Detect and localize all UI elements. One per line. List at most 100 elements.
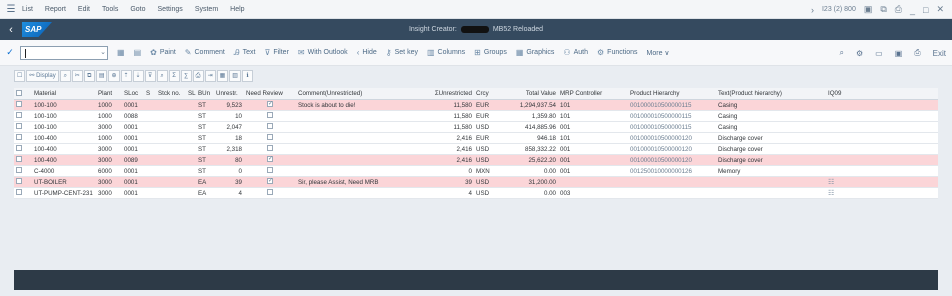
cell-material[interactable]: 100-100 [32, 124, 96, 131]
set-key-button[interactable]: ⚷ Set key [386, 48, 418, 57]
paint-button[interactable]: ✿ Paint [150, 48, 176, 57]
save-icon[interactable]: ▣ [895, 49, 903, 58]
graphics-button[interactable]: ▦ Graphics [516, 48, 555, 57]
menu-goto[interactable]: Goto [130, 6, 145, 13]
subtotal-icon[interactable]: ∑ [180, 70, 192, 82]
col-material[interactable]: Material [32, 90, 96, 97]
filter-button[interactable]: ⊽ Filter [264, 48, 288, 57]
print-alv-icon[interactable]: ⎙ [192, 70, 204, 82]
table-row[interactable]: UT-BOILER3000 0001 EA 39 Sir, please Assist,… [14, 177, 938, 188]
col-bun[interactable]: BUn [196, 90, 214, 97]
col-sl[interactable]: SL [186, 90, 196, 97]
graphic-alv-icon[interactable]: ▥ [229, 70, 241, 82]
sort-ascending-icon[interactable]: ⇡ [120, 70, 132, 82]
search-alv-icon[interactable]: ⌕ [156, 70, 168, 82]
col-product-hierarchy-text[interactable]: Text(Product hierarchy) [716, 90, 826, 97]
row-select-checkbox[interactable] [14, 145, 32, 153]
cell-material[interactable]: 100-100 [32, 102, 96, 109]
screen-icon[interactable]: ⧉ [880, 4, 886, 15]
col-unrestricted[interactable]: Unrestr. [214, 90, 244, 97]
command-field[interactable]: ⌄ [20, 45, 108, 60]
col-need-review[interactable]: Need Review [244, 90, 296, 97]
exit-button[interactable]: Exit [933, 49, 946, 58]
auth-button[interactable]: ⚇ Auth [563, 48, 588, 57]
need-review-checkbox[interactable] [267, 112, 273, 118]
paste-icon[interactable]: ▤ [95, 70, 108, 82]
back-icon[interactable]: ‹ [0, 24, 22, 36]
cell-need-review[interactable] [244, 112, 296, 120]
cell-need-review[interactable] [244, 178, 296, 186]
print-toolbar-icon[interactable]: ⎙ [914, 48, 920, 58]
filter-alv-icon[interactable]: ⊽ [144, 70, 156, 82]
minimize-icon[interactable]: _ [910, 5, 915, 15]
cell-material[interactable]: 100-100 [32, 113, 96, 120]
with-outlook-button[interactable]: ✉ With Outlook [298, 48, 348, 57]
row-select-checkbox[interactable] [14, 178, 32, 186]
menu-report[interactable]: Report [45, 6, 66, 13]
cut-icon[interactable]: ✂ [71, 70, 83, 82]
need-review-checkbox[interactable] [267, 145, 273, 151]
col-iq09[interactable]: IQ09 [826, 90, 856, 97]
hide-button[interactable]: ‹ Hide [357, 48, 377, 57]
enter-check-icon[interactable]: ✓ [0, 47, 20, 58]
cell-material[interactable]: UT-PUMP-CENT-231 [32, 190, 96, 197]
cell-material[interactable]: 100-400 [32, 157, 96, 164]
window-icon[interactable]: ▭ [875, 49, 883, 58]
need-review-checkbox[interactable] [267, 156, 273, 162]
table-row[interactable]: 100-100 3000 0001 ST 2,047 11,580 USD 414,885.9… [14, 122, 938, 133]
cell-need-review[interactable] [244, 134, 296, 142]
groups-button[interactable]: ⊞ Groups [474, 48, 507, 57]
need-review-checkbox[interactable] [267, 123, 273, 129]
table-row[interactable]: 100-400 3000 0001 ST 2,318 2,416 USD 858,332.22… [14, 144, 938, 155]
col-s[interactable]: S [144, 90, 156, 97]
table-row[interactable]: C-4000 6000 0001 ST 0 0 MXN 0.00 001 001250010000… [14, 166, 938, 177]
cell-comment[interactable]: Sir, please Assist, Need MRB [296, 179, 424, 186]
sort-descending-icon[interactable]: ⇣ [132, 70, 144, 82]
more-button[interactable]: More ∨ [647, 49, 670, 57]
info-icon[interactable]: ℹ [241, 70, 253, 82]
menu-list[interactable]: List [22, 6, 33, 13]
row-select-checkbox[interactable] [14, 134, 32, 142]
details-icon[interactable]: ☐ [14, 70, 26, 82]
total-icon[interactable]: Σ [168, 70, 180, 82]
col-sloc[interactable]: SLoc [122, 90, 144, 97]
save-layout-icon[interactable]: ▦ [117, 48, 125, 57]
cell-material[interactable]: 100-400 [32, 146, 96, 153]
cell-need-review[interactable] [244, 189, 296, 197]
insert-row-icon[interactable]: ⊕ [108, 70, 120, 82]
menu-system[interactable]: System [195, 6, 218, 13]
cell-need-review[interactable] [244, 156, 296, 164]
cell-material[interactable]: C-4000 [32, 168, 96, 175]
iq09-icon[interactable]: ☷ [826, 178, 856, 186]
table-row[interactable]: 100-1001000 0001 ST 9,523 Stock is about to … [14, 100, 938, 111]
text-button[interactable]: Ꭿ Text [234, 48, 256, 58]
search-icon[interactable]: ⌕ [839, 48, 843, 58]
cell-material[interactable]: 100-400 [32, 135, 96, 142]
col-mrp-controller[interactable]: MRP Controller [558, 90, 628, 97]
close-icon[interactable]: ✕ [936, 4, 944, 15]
layout-icon[interactable]: ▣ [864, 4, 873, 15]
need-review-checkbox[interactable] [267, 134, 273, 140]
cell-comment[interactable]: Stock is about to die! [296, 102, 424, 109]
cell-material[interactable]: UT-BOILER [32, 179, 96, 186]
table-row[interactable]: 100-400 1000 0001 ST 18 2,416 EUR 946.18 101 0010… [14, 133, 938, 144]
col-currency[interactable]: Crcy [474, 90, 502, 97]
menu-settings[interactable]: Settings [158, 6, 183, 13]
cell-need-review[interactable] [244, 167, 296, 175]
table-row[interactable]: UT-PUMP-CENT-231 3000 0001 EA 4 4 USD 0.00 003 ☷ [14, 188, 938, 199]
need-review-checkbox[interactable] [267, 189, 273, 195]
col-stock-no[interactable]: Stck no. [156, 90, 186, 97]
col-sum-unrestricted[interactable]: ΣUnrestricted [424, 90, 474, 97]
print-icon[interactable]: ⎙ [895, 4, 902, 15]
cell-need-review[interactable] [244, 123, 296, 131]
menu-tools[interactable]: Tools [102, 6, 118, 13]
menu-help[interactable]: Help [230, 6, 244, 13]
col-plant[interactable]: Plant [96, 90, 122, 97]
col-product-hierarchy[interactable]: Product Hierarchy [628, 90, 716, 97]
row-select-checkbox[interactable] [14, 156, 32, 164]
menu-edit[interactable]: Edit [78, 6, 90, 13]
comment-button[interactable]: ✎ Comment [185, 48, 225, 57]
chevron-down-icon[interactable]: ⌄ [100, 48, 106, 56]
row-select-checkbox[interactable] [14, 123, 32, 131]
need-review-checkbox[interactable] [267, 178, 273, 184]
